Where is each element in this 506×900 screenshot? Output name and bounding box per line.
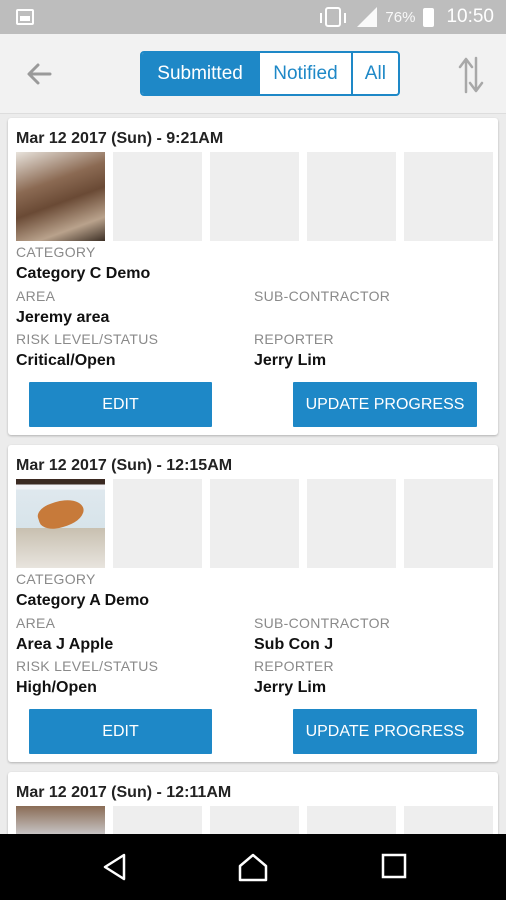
navigation-bar — [0, 834, 506, 900]
edit-button[interactable]: EDIT — [29, 709, 212, 754]
clock: 10:50 — [446, 6, 494, 27]
report-list[interactable]: Mar 12 2017 (Sun) - 9:21AM CATEGORY Cate… — [0, 114, 506, 834]
back-nav-icon[interactable] — [100, 852, 130, 882]
category-value: Category C Demo — [16, 265, 151, 282]
area-value: Jeremy area — [16, 309, 110, 326]
risk-value: Critical/Open — [16, 352, 116, 369]
edit-button[interactable]: EDIT — [29, 382, 212, 427]
risk-value: High/Open — [16, 679, 97, 696]
photo-placeholder — [113, 806, 202, 834]
report-card[interactable]: Mar 12 2017 (Sun) - 12:15AM CATEGORY Cat… — [8, 445, 498, 762]
battery-percent: 76% — [385, 8, 416, 26]
category-value: Category A Demo — [16, 592, 150, 609]
recents-nav-icon[interactable] — [380, 852, 408, 880]
status-bar: 76% 10:50 — [0, 0, 506, 34]
area-label: AREA — [16, 288, 56, 304]
sub-contractor-label: SUB-CONTRACTOR — [254, 615, 391, 631]
photo-placeholder — [307, 806, 396, 834]
photo-placeholder — [307, 479, 396, 568]
tab-submitted[interactable]: Submitted — [142, 53, 259, 94]
report-photo[interactable] — [16, 479, 105, 568]
toolbar: Submitted Notified All — [0, 34, 506, 114]
report-card[interactable]: Mar 12 2017 (Sun) - 9:21AM CATEGORY Cate… — [8, 118, 498, 435]
signal-icon — [357, 7, 378, 27]
report-date: Mar 12 2017 (Sun) - 12:15AM — [16, 457, 233, 474]
risk-label: RISK LEVEL/STATUS — [16, 658, 159, 674]
photo-placeholder — [210, 152, 299, 241]
report-photo[interactable] — [16, 806, 105, 834]
risk-label: RISK LEVEL/STATUS — [16, 331, 159, 347]
photo-strip — [16, 479, 493, 568]
category-label: CATEGORY — [16, 571, 96, 587]
sort-arrows-icon[interactable] — [454, 54, 488, 96]
reporter-value: Jerry Lim — [254, 352, 327, 369]
photo-placeholder — [404, 806, 493, 834]
photo-placeholder — [113, 479, 202, 568]
tab-all[interactable]: All — [350, 53, 398, 94]
photo-placeholder — [210, 806, 299, 834]
photo-placeholder — [404, 152, 493, 241]
tab-notified[interactable]: Notified — [258, 53, 351, 94]
sub-contractor-value: Sub Con J — [254, 636, 334, 653]
reporter-label: REPORTER — [254, 658, 334, 674]
photo-strip — [16, 152, 493, 241]
category-label: CATEGORY — [16, 244, 96, 260]
area-value: Area J Apple — [16, 636, 114, 653]
report-date: Mar 12 2017 (Sun) - 12:11AM — [16, 784, 232, 801]
photo-placeholder — [307, 152, 396, 241]
gallery-icon — [16, 9, 34, 25]
filter-segmented-control: Submitted Notified All — [140, 51, 400, 96]
update-progress-button[interactable]: UPDATE PROGRESS — [293, 382, 477, 427]
reporter-label: REPORTER — [254, 331, 334, 347]
report-card[interactable]: Mar 12 2017 (Sun) - 12:11AM — [8, 772, 498, 834]
home-nav-icon[interactable] — [237, 852, 269, 882]
battery-icon — [423, 7, 435, 27]
photo-strip — [16, 806, 493, 834]
vibrate-icon — [320, 7, 347, 27]
report-photo[interactable] — [16, 152, 105, 241]
photo-placeholder — [404, 479, 493, 568]
photo-placeholder — [113, 152, 202, 241]
arrow-left-icon[interactable] — [20, 54, 60, 94]
photo-placeholder — [210, 479, 299, 568]
reporter-value: Jerry Lim — [254, 679, 327, 696]
update-progress-button[interactable]: UPDATE PROGRESS — [293, 709, 477, 754]
sub-contractor-label: SUB-CONTRACTOR — [254, 288, 391, 304]
report-date: Mar 12 2017 (Sun) - 9:21AM — [16, 130, 224, 147]
area-label: AREA — [16, 615, 56, 631]
